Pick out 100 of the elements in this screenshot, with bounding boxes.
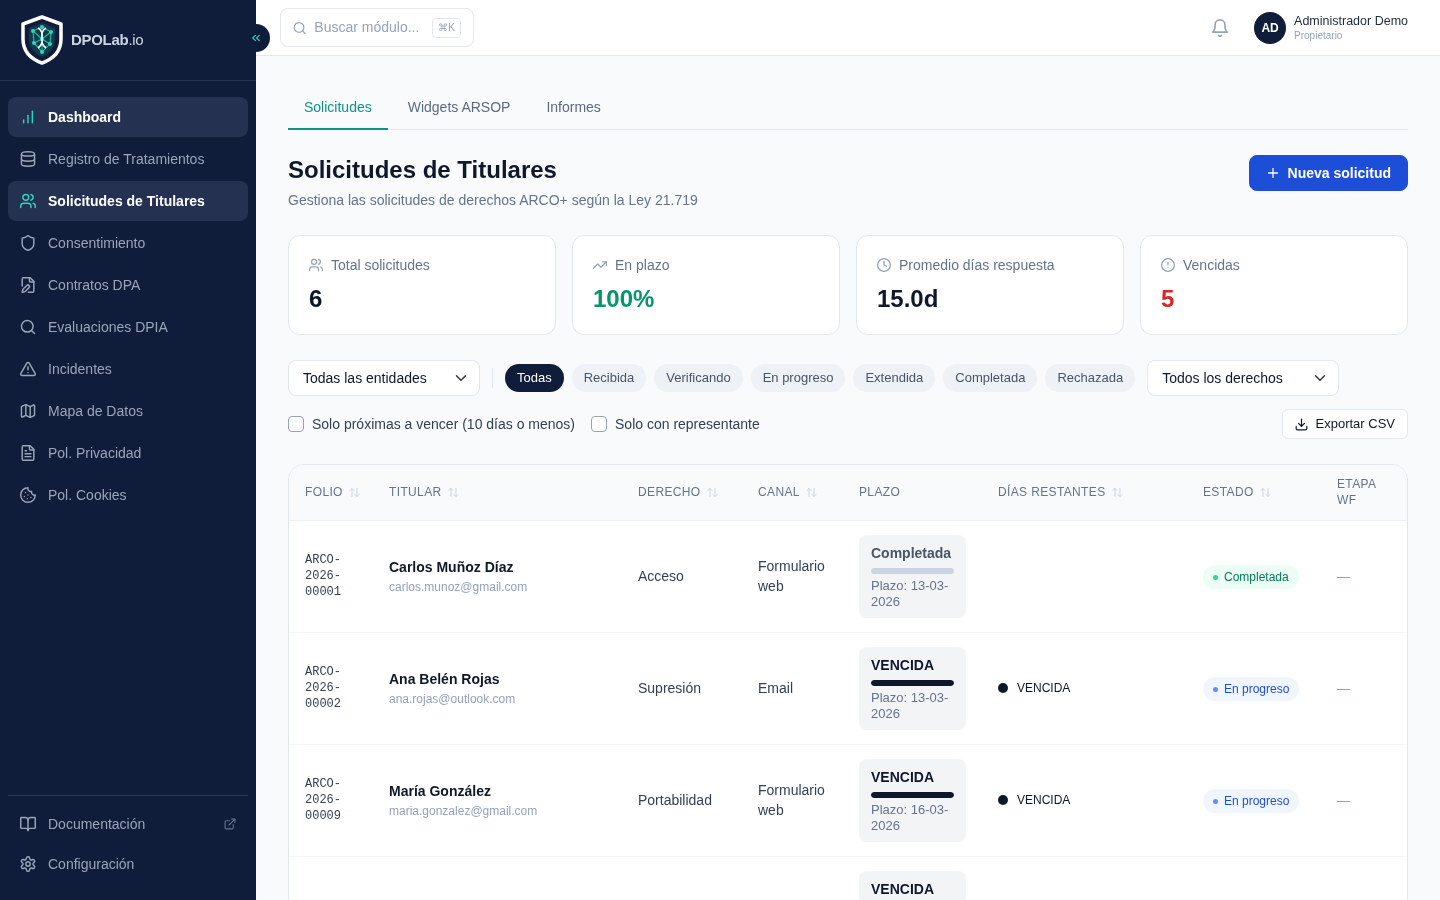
stat-label: Total solicitudes xyxy=(331,256,430,275)
status-label: Completada xyxy=(1224,569,1289,586)
sidebar-item[interactable]: Solicitudes de Titulares xyxy=(8,181,248,221)
holder-name: Ana Belén Rojas xyxy=(389,670,501,689)
database-icon xyxy=(20,151,36,167)
sidebar-item[interactable]: Consentimiento xyxy=(8,223,248,263)
column-header[interactable]: CANAL xyxy=(758,484,800,501)
tab[interactable]: Solicitudes xyxy=(288,86,388,130)
sort-icon[interactable] xyxy=(1111,486,1123,498)
stat-value: 5 xyxy=(1161,284,1176,314)
sidebar-item[interactable]: Contratos DPA xyxy=(8,265,248,305)
holder-email: ana.rojas@outlook.com xyxy=(389,691,517,707)
holder-name: María González xyxy=(389,782,492,801)
bell-icon[interactable] xyxy=(1211,18,1230,37)
tab[interactable]: Informes xyxy=(530,86,617,130)
holder-email: maria.gonzalez@gmail.com xyxy=(389,803,539,819)
right-type-text: Supresión xyxy=(638,679,703,698)
status-filter-pill[interactable]: Rechazada xyxy=(1045,364,1136,392)
status-filter-pill[interactable]: Todas xyxy=(505,364,564,392)
workflow-stage-text: — xyxy=(1337,569,1350,584)
checkbox[interactable] xyxy=(288,416,304,432)
status-dot-icon xyxy=(1213,574,1218,580)
stat-value: 15.0d xyxy=(877,284,940,314)
days-remaining-text: VENCIDA xyxy=(1017,680,1071,697)
column-header[interactable]: TITULAR xyxy=(389,484,442,501)
sort-icon[interactable] xyxy=(706,486,718,498)
status-dot-icon xyxy=(1213,798,1218,804)
sidebar-item[interactable]: Incidentes xyxy=(8,349,248,389)
stat-label: En plazo xyxy=(615,256,670,275)
column-header: PLAZO xyxy=(859,484,901,501)
sidebar-item[interactable]: Configuración xyxy=(8,844,248,884)
sidebar-item[interactable]: Documentación xyxy=(8,804,248,844)
right-type-text: Acceso xyxy=(638,567,685,586)
tab[interactable]: Widgets ARSOP xyxy=(391,86,527,130)
sidebar-item[interactable]: Pol. Privacidad xyxy=(8,433,248,473)
keyboard-shortcut: ⌘K xyxy=(432,17,461,38)
warning-triangle-icon xyxy=(20,361,36,377)
sidebar-item[interactable]: Evaluaciones DPIA xyxy=(8,307,248,347)
right-type-text: Portabilidad xyxy=(638,791,713,810)
column-header[interactable]: FOLIO xyxy=(305,484,343,501)
search-input[interactable]: Buscar módulo... xyxy=(314,17,425,38)
users-icon xyxy=(309,258,323,272)
new-request-button[interactable]: Nueva solicitud xyxy=(1248,155,1408,191)
status-filter-pill[interactable]: Extendida xyxy=(853,364,936,392)
sidebar-item[interactable]: Mapa de Datos xyxy=(8,391,248,431)
status-filter-pill[interactable]: En progreso xyxy=(750,364,846,392)
deadline-status: Completada xyxy=(871,544,953,561)
file-pen-icon xyxy=(20,277,36,293)
status-filter-pill[interactable]: Recibida xyxy=(571,364,647,392)
sort-icon[interactable] xyxy=(1259,486,1271,498)
workflow-stage-text: — xyxy=(1337,681,1350,696)
channel-text: Formulario web xyxy=(758,781,826,820)
holder-email: carlos.munoz@gmail.com xyxy=(389,579,529,595)
workflow-stage-text: — xyxy=(1337,793,1350,808)
sort-icon[interactable] xyxy=(348,486,360,498)
status-filter-pill[interactable]: Completada xyxy=(943,364,1038,392)
status-dot-icon xyxy=(998,795,1008,805)
deadline-date: Plazo: 13-03-2026 xyxy=(871,689,950,722)
column-header[interactable]: ESTADO xyxy=(1203,484,1254,501)
stat-label: Vencidas xyxy=(1183,256,1240,275)
sidebar-item[interactable]: Registro de Tratamientos xyxy=(8,139,248,179)
user-avatar[interactable]: AD xyxy=(1254,11,1287,44)
settings-icon xyxy=(20,856,36,872)
sort-icon[interactable] xyxy=(447,486,459,498)
channel-text: Email xyxy=(758,679,794,698)
sort-icon[interactable] xyxy=(805,486,817,498)
deadline-status: VENCIDA xyxy=(871,768,935,785)
trend-up-icon xyxy=(593,258,607,272)
clock-icon xyxy=(877,258,891,272)
download-icon xyxy=(1294,417,1308,431)
column-header[interactable]: DÍAS RESTANTES xyxy=(998,484,1106,501)
channel-text: Formulario web xyxy=(758,557,826,596)
bar-chart-icon xyxy=(20,109,36,125)
chevrons-left-icon xyxy=(250,32,262,44)
sidebar-item[interactable]: Pol. Cookies xyxy=(8,475,248,515)
page-subtitle: Gestiona las solicitudes de derechos ARCO+ según la Ley 21.719 xyxy=(288,191,698,210)
column-header: ETAPA WF xyxy=(1337,476,1377,509)
deadline-date: Plazo: 16-03-2026 xyxy=(871,801,950,834)
holder-name: Carlos Muñoz Díaz xyxy=(389,558,515,577)
deadline-status: VENCIDA xyxy=(871,880,935,897)
checkbox-label: Solo con representante xyxy=(615,414,760,434)
map-icon xyxy=(20,403,36,419)
entity-select[interactable]: Todas las entidades xyxy=(288,360,480,396)
status-dot-icon xyxy=(1213,686,1218,692)
page-title: Solicitudes de Titulares xyxy=(288,155,558,185)
status-label: En progreso xyxy=(1224,793,1290,810)
status-label: En progreso xyxy=(1224,681,1290,698)
user-role: Propietario xyxy=(1294,28,1344,43)
column-header[interactable]: DERECHO xyxy=(638,484,701,501)
rights-select[interactable]: Todos los derechos xyxy=(1147,360,1340,396)
status-filter-pill[interactable]: Verificando xyxy=(654,364,743,392)
deadline-status: VENCIDA xyxy=(871,656,935,673)
export-csv-button[interactable]: Exportar CSV xyxy=(1281,409,1408,439)
stat-value: 6 xyxy=(309,284,324,314)
stat-label: Promedio días respuesta xyxy=(899,256,1055,275)
checkbox[interactable] xyxy=(591,416,607,432)
deadline-date: Plazo: 13-03-2026 xyxy=(871,577,950,610)
search-icon xyxy=(20,319,36,335)
cookie-icon xyxy=(20,487,36,503)
sidebar-item[interactable]: Dashboard xyxy=(8,97,248,137)
